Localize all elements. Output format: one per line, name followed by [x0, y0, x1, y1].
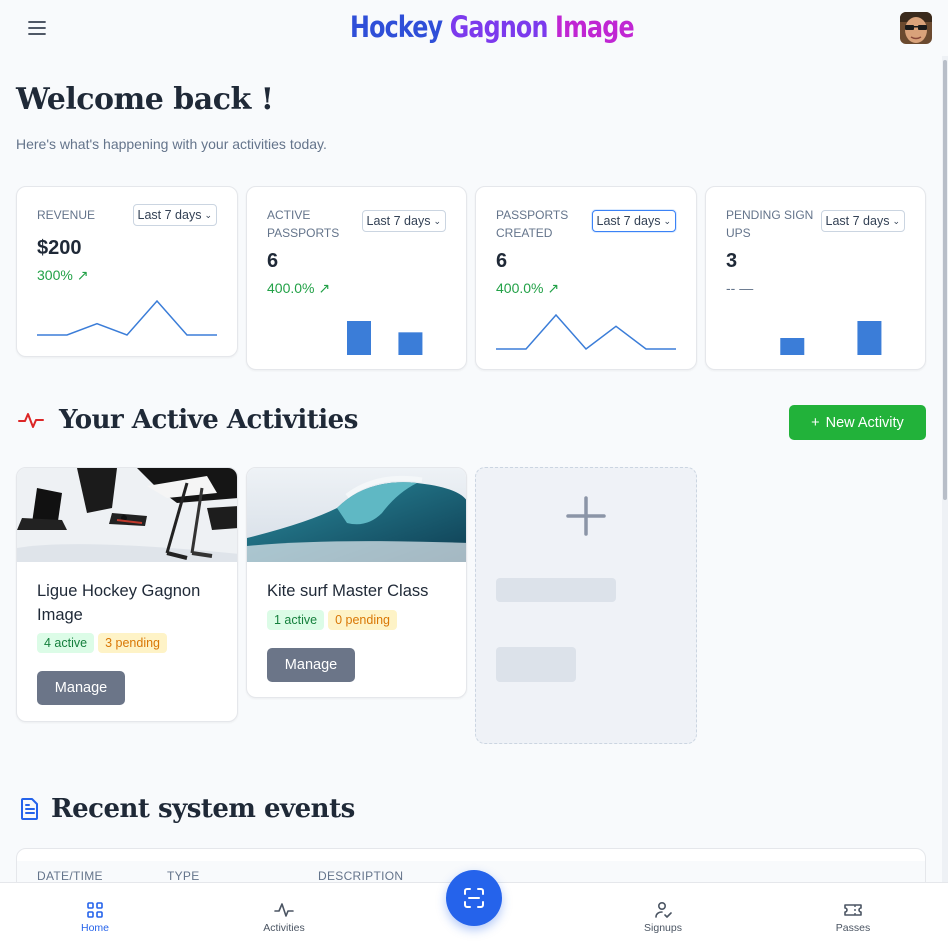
stat-label: PASSPORTS CREATED: [496, 208, 569, 240]
pending-count-badge: 3 pending: [98, 633, 168, 653]
active-count-badge: 1 active: [267, 610, 325, 630]
stat-label: REVENUE: [37, 208, 96, 222]
active-count-badge: 4 active: [37, 633, 95, 653]
nav-activities-label: Activities: [263, 922, 305, 934]
manage-button[interactable]: Manage: [267, 648, 355, 682]
chart-line: [37, 299, 217, 336]
period-select-value: Last 7 days: [137, 208, 202, 222]
nav-signups-label: Signups: [644, 922, 682, 934]
nav-home-label: Home: [80, 922, 109, 934]
period-select-value: Last 7 days: [366, 214, 431, 228]
stat-change-value: 300%: [37, 267, 73, 283]
chevron-down-icon: ⌄: [433, 215, 441, 226]
section-title-events: Recent system events: [51, 794, 355, 824]
chart-bar: [857, 321, 882, 355]
brand-logo[interactable]: Hockey Gagnon Image: [350, 10, 635, 44]
stat-card-pending-signups: PENDING SIGN UPS Last 7 days ⌄ 3 -- —: [705, 186, 926, 370]
period-select-value: Last 7 days: [596, 214, 661, 228]
chart-bar: [780, 338, 805, 355]
plus-icon: [566, 496, 606, 536]
trend-flat-icon: —: [739, 280, 754, 296]
stat-change: 400.0% ↗: [496, 280, 559, 297]
chart-bar: [347, 321, 371, 355]
stat-change-value: --: [726, 280, 736, 296]
stat-value: 6: [267, 250, 279, 272]
nav-passes[interactable]: Passes: [813, 901, 893, 934]
add-activity-placeholder[interactable]: [475, 467, 697, 744]
trend-up-icon: ↗: [76, 267, 89, 283]
plus-icon: +: [811, 414, 820, 431]
period-select[interactable]: Last 7 days ⌄: [361, 210, 446, 232]
trend-up-icon: ↗: [547, 280, 560, 296]
document-icon: [21, 798, 38, 820]
stat-change: 300% ↗: [37, 267, 88, 284]
user-avatar[interactable]: [900, 12, 932, 44]
activity-pulse-icon: [274, 903, 294, 917]
activity-image-wave: [247, 468, 466, 562]
chevron-down-icon: ⌄: [204, 209, 212, 220]
activity-card[interactable]: Kite surf Master Class 1 active 0 pending…: [246, 467, 467, 698]
brand-word-2: Gagnon: [449, 10, 549, 44]
scan-icon: [464, 888, 484, 908]
period-select[interactable]: Last 7 days ⌄: [132, 204, 217, 226]
stat-label: ACTIVE PASSPORTS: [267, 208, 340, 240]
bar-chart: [347, 321, 423, 355]
activity-title: Kite surf Master Class: [267, 582, 429, 600]
pending-count-badge: 0 pending: [328, 610, 398, 630]
stat-change-value: 400.0%: [496, 280, 544, 296]
stat-label: PENDING SIGN UPS: [726, 208, 814, 240]
nav-activities[interactable]: Activities: [244, 901, 324, 934]
scrollbar-thumb[interactable]: [943, 60, 947, 500]
menu-icon[interactable]: [26, 17, 48, 39]
new-activity-button[interactable]: + New Activity: [789, 405, 926, 440]
page-title: Welcome back !: [16, 82, 274, 117]
skeleton-bar: [496, 647, 576, 682]
chart-line: [496, 313, 676, 351]
stat-change-value: 400.0%: [267, 280, 315, 296]
manage-button[interactable]: Manage: [37, 671, 125, 705]
stat-card-active-passports: ACTIVE PASSPORTS Last 7 days ⌄ 6 400.0% ↗: [246, 186, 467, 370]
chart-bar: [398, 332, 423, 355]
activity-card[interactable]: Ligue Hockey Gagnon Image 4 active 3 pend…: [16, 467, 238, 722]
bar-chart: [780, 321, 882, 355]
nav-home[interactable]: Home: [55, 901, 135, 934]
stat-card-revenue: REVENUE Last 7 days ⌄ $200 300% ↗: [16, 186, 238, 357]
column-header-description[interactable]: DESCRIPTION: [318, 869, 403, 883]
stat-change: -- —: [726, 280, 753, 296]
trend-up-icon: ↗: [318, 280, 331, 296]
stat-change: 400.0% ↗: [267, 280, 330, 297]
brand-word-3: Image: [555, 10, 635, 44]
sparkline-chart: [496, 313, 676, 351]
stat-value: 6: [496, 250, 508, 272]
brand-word-1: Hockey: [350, 10, 443, 44]
nav-passes-label: Passes: [835, 922, 871, 934]
section-title-activities: Your Active Activities: [59, 405, 358, 435]
stat-card-passports-created: PASSPORTS CREATED Last 7 days ⌄ 6 400.0% …: [475, 186, 697, 370]
activity-badges: 4 active 3 pending: [37, 633, 171, 653]
column-header-type[interactable]: TYPE: [167, 869, 200, 883]
chevron-down-icon: ⌄: [663, 215, 671, 226]
chevron-down-icon: ⌄: [892, 215, 900, 226]
skeleton-bar: [496, 578, 616, 602]
new-activity-label: New Activity: [825, 414, 904, 431]
nav-signups[interactable]: Signups: [623, 901, 703, 934]
activity-title: Ligue Hockey Gagnon Image: [37, 582, 201, 624]
dashboard-icon: [87, 902, 103, 918]
stat-value: 3: [726, 250, 738, 272]
sparkline-chart: [37, 299, 217, 336]
period-select[interactable]: Last 7 days ⌄: [591, 210, 676, 232]
period-select[interactable]: Last 7 days ⌄: [820, 210, 905, 232]
period-select-value: Last 7 days: [825, 214, 890, 228]
page-subtitle: Here's what's happening with your activi…: [16, 136, 327, 152]
ticket-icon: [844, 904, 862, 916]
activity-badges: 1 active 0 pending: [267, 610, 401, 630]
activity-pulse-icon: [18, 413, 44, 428]
user-check-icon: [655, 901, 672, 918]
column-header-datetime[interactable]: DATE/TIME: [37, 869, 103, 883]
activity-image-hockey: [17, 468, 237, 562]
scan-button[interactable]: [446, 870, 502, 926]
stat-value: $200: [37, 237, 82, 259]
